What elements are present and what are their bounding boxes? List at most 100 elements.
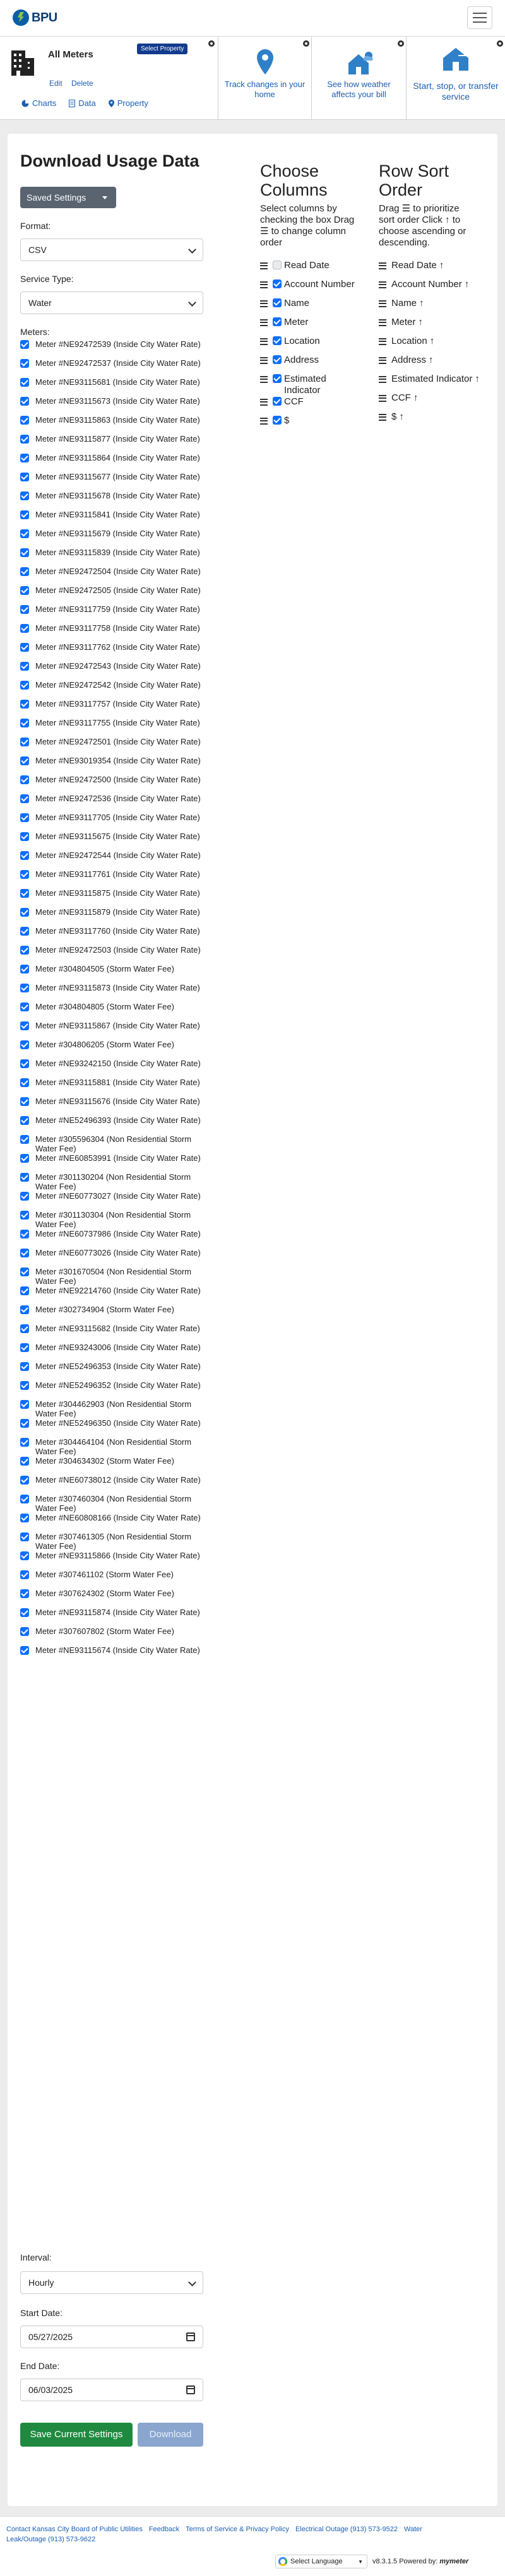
meter-checkbox-row[interactable]: Meter #NE93117758 (Inside City Water Rat… — [20, 623, 210, 642]
meter-checkbox[interactable] — [20, 510, 29, 519]
saved-settings-dropdown[interactable]: Saved Settings — [20, 187, 116, 208]
meter-checkbox[interactable] — [20, 1078, 29, 1087]
column-checkbox[interactable] — [273, 397, 282, 406]
drag-handle-icon[interactable] — [260, 262, 268, 269]
meter-checkbox-row[interactable]: Meter #NE93115879 (Inside City Water Rat… — [20, 907, 210, 926]
meter-checkbox-row[interactable]: Meter #NE93115682 (Inside City Water Rat… — [20, 1324, 210, 1343]
sort-option[interactable]: CCF ↑ — [379, 392, 486, 411]
meter-checkbox-row[interactable]: Meter #302734904 (Storm Water Fee) — [20, 1305, 210, 1324]
meter-checkbox[interactable] — [20, 586, 29, 595]
meter-checkbox[interactable] — [20, 1097, 29, 1106]
drag-handle-icon[interactable] — [260, 376, 268, 383]
meter-checkbox-row[interactable]: Meter #307624302 (Storm Water Fee) — [20, 1589, 210, 1608]
meter-checkbox-row[interactable]: Meter #NE93117755 (Inside City Water Rat… — [20, 718, 210, 737]
meter-checkbox[interactable] — [20, 529, 29, 538]
meter-checkbox[interactable] — [20, 1040, 29, 1049]
meter-checkbox[interactable] — [20, 756, 29, 765]
service-type-select[interactable]: Water — [20, 291, 203, 314]
column-checkbox[interactable] — [273, 336, 282, 345]
meter-checkbox[interactable] — [20, 832, 29, 841]
start-date-input[interactable]: 05/27/2025 — [20, 2326, 203, 2348]
end-date-input[interactable]: 06/03/2025 — [20, 2379, 203, 2401]
meter-checkbox-row[interactable]: Meter #304804805 (Storm Water Fee) — [20, 1002, 210, 1021]
meter-checkbox[interactable] — [20, 1551, 29, 1560]
meter-checkbox[interactable] — [20, 378, 29, 387]
meter-checkbox[interactable] — [20, 927, 29, 936]
sort-arrow-icon[interactable]: ↑ — [475, 373, 480, 385]
column-option[interactable]: Name — [260, 298, 361, 317]
meter-checkbox[interactable] — [20, 1608, 29, 1617]
meter-checkbox[interactable] — [20, 1589, 29, 1598]
meter-checkbox[interactable] — [20, 435, 29, 444]
meter-checkbox[interactable] — [20, 1400, 29, 1409]
meter-checkbox-row[interactable]: Meter #NE93115863 (Inside City Water Rat… — [20, 415, 210, 434]
sort-option[interactable]: Address ↑ — [379, 355, 486, 373]
meter-checkbox-row[interactable]: Meter #NE93115839 (Inside City Water Rat… — [20, 548, 210, 567]
meter-checkbox-row[interactable]: Meter #NE93243006 (Inside City Water Rat… — [20, 1343, 210, 1362]
tab-charts[interactable]: Charts — [21, 98, 56, 108]
tab-data[interactable]: Data — [69, 98, 96, 108]
meter-checkbox-row[interactable]: Meter #NE60853991 (Inside City Water Rat… — [20, 1153, 210, 1172]
meter-checkbox-row[interactable]: Meter #NE60737986 (Inside City Water Rat… — [20, 1229, 210, 1248]
meter-checkbox[interactable] — [20, 813, 29, 822]
meter-checkbox-row[interactable]: Meter #304462903 (Non Residential Storm … — [20, 1399, 210, 1418]
meter-checkbox-row[interactable]: Meter #NE93115877 (Inside City Water Rat… — [20, 434, 210, 453]
column-option[interactable]: Address — [260, 355, 361, 373]
calendar-icon[interactable] — [186, 2332, 195, 2341]
meter-checkbox[interactable] — [20, 1324, 29, 1333]
sort-option[interactable]: Location ↑ — [379, 336, 486, 355]
sort-option[interactable]: Meter ↑ — [379, 317, 486, 336]
sort-arrow-icon[interactable]: ↑ — [430, 336, 435, 347]
save-settings-button[interactable]: Save Current Settings — [20, 2423, 133, 2447]
meter-checkbox[interactable] — [20, 1003, 29, 1011]
interval-select[interactable]: Hourly — [20, 2271, 203, 2294]
column-checkbox[interactable] — [273, 261, 282, 269]
meter-checkbox[interactable] — [20, 1173, 29, 1182]
edit-link[interactable]: Edit — [49, 79, 62, 88]
meter-checkbox[interactable] — [20, 397, 29, 406]
drag-handle-icon[interactable] — [260, 357, 268, 364]
drag-handle-icon[interactable] — [260, 399, 268, 406]
meter-checkbox[interactable] — [20, 965, 29, 973]
meter-checkbox-row[interactable]: Meter #NE60808166 (Inside City Water Rat… — [20, 1513, 210, 1532]
footer-link[interactable]: Electrical Outage (913) 573-9522 — [295, 2526, 398, 2533]
meter-checkbox-row[interactable]: Meter #NE92472505 (Inside City Water Rat… — [20, 585, 210, 604]
meter-checkbox[interactable] — [20, 1021, 29, 1030]
meter-checkbox[interactable] — [20, 416, 29, 425]
meter-checkbox[interactable] — [20, 1514, 29, 1522]
meter-checkbox[interactable] — [20, 1286, 29, 1295]
meter-checkbox[interactable] — [20, 794, 29, 803]
meter-checkbox[interactable] — [20, 662, 29, 671]
delete-link[interactable]: Delete — [71, 79, 93, 88]
meter-checkbox[interactable] — [20, 359, 29, 368]
calendar-icon[interactable] — [186, 2385, 195, 2394]
footer-link[interactable]: Feedback — [149, 2526, 179, 2533]
meter-checkbox-row[interactable]: Meter #NE93117760 (Inside City Water Rat… — [20, 926, 210, 945]
settings-gear-icon[interactable] — [398, 40, 404, 47]
meter-checkbox[interactable] — [20, 567, 29, 576]
meter-checkbox[interactable] — [20, 851, 29, 860]
column-checkbox[interactable] — [273, 355, 282, 364]
language-select[interactable]: Select Language ▼ — [275, 2555, 367, 2568]
meter-checkbox-row[interactable]: Meter #NE93117705 (Inside City Water Rat… — [20, 813, 210, 832]
format-select[interactable]: CSV — [20, 238, 203, 261]
meter-checkbox[interactable] — [20, 1362, 29, 1371]
meter-checkbox-row[interactable]: Meter #NE93117761 (Inside City Water Rat… — [20, 869, 210, 888]
sort-option[interactable]: $ ↑ — [379, 411, 486, 430]
meter-checkbox-row[interactable]: Meter #NE93242150 (Inside City Water Rat… — [20, 1059, 210, 1078]
settings-gear-icon[interactable] — [303, 40, 309, 47]
column-option[interactable]: Estimated Indicator — [260, 373, 361, 396]
meter-checkbox[interactable] — [20, 1211, 29, 1220]
drag-handle-icon[interactable] — [379, 414, 386, 421]
meter-checkbox[interactable] — [20, 738, 29, 746]
tab-property[interactable]: Property — [108, 98, 148, 108]
meter-checkbox[interactable] — [20, 1192, 29, 1201]
meter-checkbox-row[interactable]: Meter #305596304 (Non Residential Storm … — [20, 1134, 210, 1153]
meter-checkbox[interactable] — [20, 1305, 29, 1314]
meter-checkbox-row[interactable]: Meter #307461102 (Storm Water Fee) — [20, 1570, 210, 1589]
meter-checkbox-row[interactable]: Meter #NE60773027 (Inside City Water Rat… — [20, 1191, 210, 1210]
meter-checkbox-row[interactable]: Meter #NE92472539 (Inside City Water Rat… — [20, 339, 210, 358]
drag-handle-icon[interactable] — [379, 376, 386, 383]
footer-link[interactable]: Terms of Service & Privacy Policy — [186, 2526, 289, 2533]
meter-checkbox-row[interactable]: Meter #301670504 (Non Residential Storm … — [20, 1267, 210, 1286]
